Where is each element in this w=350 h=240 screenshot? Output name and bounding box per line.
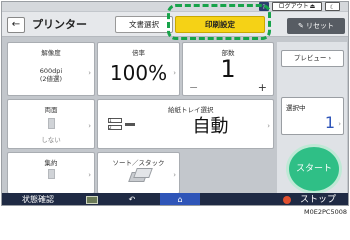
selected-count-box[interactable]: 選択中 1 › xyxy=(281,97,344,135)
resolution-value: 600dpi xyxy=(39,67,63,75)
back-button[interactable]: ← xyxy=(7,17,25,33)
bottom-bar: 状態確認 ↶ ⌂ ストップ xyxy=(2,193,348,205)
plus-button[interactable]: + xyxy=(258,81,267,94)
paper-tray-label: 給紙トレイ選択 xyxy=(168,106,214,114)
copies-value: 1 xyxy=(220,55,236,83)
resolution-mode: (2値選) xyxy=(39,75,63,83)
stop-button[interactable]: ストップ xyxy=(292,193,344,205)
chevron-right-icon: › xyxy=(328,54,332,62)
chevron-right-icon: › xyxy=(88,171,91,179)
chevron-right-icon: › xyxy=(88,69,91,77)
logout-icon: ⏏ xyxy=(309,3,316,10)
printer-ui: ? ログアウト ⏏ ☾ ← プリンター 文書選択 印刷設定 ✎ リセット 解像度… xyxy=(0,0,350,221)
minus-button[interactable]: − xyxy=(189,81,198,94)
job-list-icon[interactable] xyxy=(86,196,98,204)
combine-page-icon xyxy=(48,169,55,179)
stop-icon xyxy=(283,196,291,204)
operation-panel-screen: ? ログアウト ⏏ ☾ ← プリンター 文書選択 印刷設定 ✎ リセット 解像度… xyxy=(1,1,349,206)
sort-stack-label: ソート／スタック xyxy=(112,159,165,167)
paper-tray-icon: 1 2 xyxy=(108,118,138,132)
page-title: プリンター xyxy=(32,18,87,31)
duplex-tile[interactable]: 両面 しない › xyxy=(7,99,95,149)
paper-tray-value: 自動 xyxy=(192,116,229,137)
logout-button[interactable]: ログアウト ⏏ xyxy=(272,2,322,11)
resolution-tile[interactable]: 解像度 600dpi (2値選) › xyxy=(7,42,95,96)
highlight-callout xyxy=(167,4,271,40)
zoom-label: 倍率 xyxy=(132,49,145,57)
sort-stack-tile[interactable]: ソート／スタック › xyxy=(97,152,180,194)
resolution-label: 解像度 xyxy=(41,49,61,57)
selected-label: 選択中 xyxy=(286,104,306,112)
reset-pencil-icon: ✎ xyxy=(297,22,304,30)
status-confirm-button[interactable]: 状態確認 xyxy=(4,193,72,205)
undo-arrow-icon[interactable]: ↶ xyxy=(126,193,138,205)
copies-tile[interactable]: 部数 1 − + xyxy=(182,42,274,96)
duplex-page-icon xyxy=(48,118,55,129)
start-button[interactable]: スタート xyxy=(289,147,339,191)
duplex-label: 両面 xyxy=(44,106,58,114)
combine-label: 集約 xyxy=(44,159,58,167)
combine-tile[interactable]: 集約 › xyxy=(7,152,95,194)
selected-count: 1 xyxy=(324,113,335,132)
home-icon: ⌂ xyxy=(177,195,183,204)
sort-stack-icon xyxy=(128,168,153,184)
right-panel: プレビュー › 選択中 1 › スタート xyxy=(277,42,347,197)
reset-label: リセット xyxy=(306,22,335,30)
home-button[interactable]: ⌂ xyxy=(160,193,200,205)
chevron-right-icon: › xyxy=(267,122,270,130)
figure-caption: M0E2PC5008 xyxy=(304,208,347,216)
zoom-value: 100% xyxy=(109,61,168,85)
logout-label: ログアウト xyxy=(278,3,309,10)
chevron-right-icon: › xyxy=(338,120,341,128)
back-arrow-icon: ← xyxy=(11,19,21,30)
energy-saver-button[interactable]: ☾ xyxy=(325,2,340,11)
reset-button[interactable]: ✎ リセット xyxy=(287,18,345,34)
duplex-value: しない xyxy=(41,136,61,144)
tab-document-select[interactable]: 文書選択 xyxy=(115,16,173,33)
preview-label: プレビュー xyxy=(293,54,327,62)
paper-tray-tile[interactable]: 給紙トレイ選択 1 2 自動 › xyxy=(97,99,274,149)
preview-button[interactable]: プレビュー › xyxy=(281,50,344,67)
chevron-right-icon: › xyxy=(88,122,91,130)
zoom-tile[interactable]: 倍率 100% › xyxy=(97,42,180,96)
chevron-right-icon: › xyxy=(173,171,176,179)
chevron-right-icon: › xyxy=(173,69,176,77)
